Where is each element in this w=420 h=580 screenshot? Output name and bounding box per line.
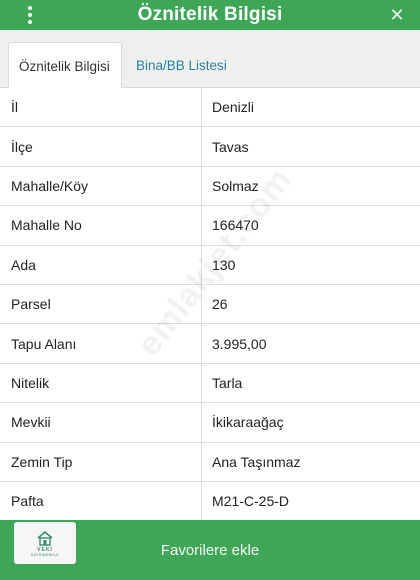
row-key: Mevkii xyxy=(0,403,202,442)
row-value: İkikaraağaç xyxy=(212,414,284,431)
row-value: M21-C-25-D xyxy=(212,493,290,510)
row-value: Ana Taşınmaz xyxy=(212,453,301,470)
tab-attribute-info[interactable]: Öznitelik Bilgisi xyxy=(8,42,122,89)
logo: VEKİ GAYRİMENKUL xyxy=(14,522,76,564)
row-value: 26 xyxy=(212,296,228,313)
table-row: İl Denizli xyxy=(0,88,420,128)
close-icon[interactable]: ✕ xyxy=(386,0,408,30)
table-row: Tapu Alanı 3.995,00 xyxy=(0,324,420,364)
more-vertical-icon[interactable] xyxy=(22,0,38,30)
row-key: Mahalle/Köy xyxy=(0,166,202,206)
row-key: Ada xyxy=(0,245,202,284)
row-value: Tarla xyxy=(212,374,243,391)
logo-line2: GAYRİMENKUL xyxy=(30,552,60,557)
row-value: Solmaz xyxy=(212,177,259,194)
table-row: Ada 130 xyxy=(0,245,420,285)
add-to-favorites-label: Favorilere ekle xyxy=(160,541,260,559)
row-key: İlçe xyxy=(0,127,202,166)
row-value: 130 xyxy=(212,256,236,273)
row-key: Tapu Alanı xyxy=(0,324,202,363)
tab-bar: Öznitelik Bilgisi Bina/BB Listesi xyxy=(0,30,420,89)
table-row: Zemin Tip Ana Taşınmaz xyxy=(0,442,420,482)
row-key: Nitelik xyxy=(0,363,202,403)
tab-building-list[interactable]: Bina/BB Listesi xyxy=(126,42,237,88)
table-row: Mahalle/Köy Solmaz xyxy=(0,166,420,207)
row-value: Tavas xyxy=(212,138,249,155)
house-logo-icon xyxy=(37,530,53,546)
table-row: Nitelik Tarla xyxy=(0,363,420,404)
table-row: Mevkii İkikaraağaç xyxy=(0,403,420,443)
table-row: İlçe Tavas xyxy=(0,127,420,167)
row-key: Parsel xyxy=(0,284,202,324)
row-value: 3.995,00 xyxy=(212,335,267,352)
row-key: İl xyxy=(0,88,202,127)
attribute-table: İl Denizli İlçe Tavas Mahalle/Köy Solmaz… xyxy=(0,88,420,522)
row-key: Pafta xyxy=(0,481,202,521)
row-key: Mahalle No xyxy=(0,206,202,245)
table-row: Parsel 26 xyxy=(0,284,420,325)
table-row: Mahalle No 166470 xyxy=(0,206,420,246)
page-title: Öznitelik Bilgisi xyxy=(137,4,283,25)
row-key: Zemin Tip xyxy=(0,442,202,481)
header-bar: Öznitelik Bilgisi ✕ xyxy=(0,0,420,30)
table-row: Pafta M21-C-25-D xyxy=(0,481,420,522)
row-value: 166470 xyxy=(212,217,259,234)
row-value: Denizli xyxy=(212,99,255,116)
